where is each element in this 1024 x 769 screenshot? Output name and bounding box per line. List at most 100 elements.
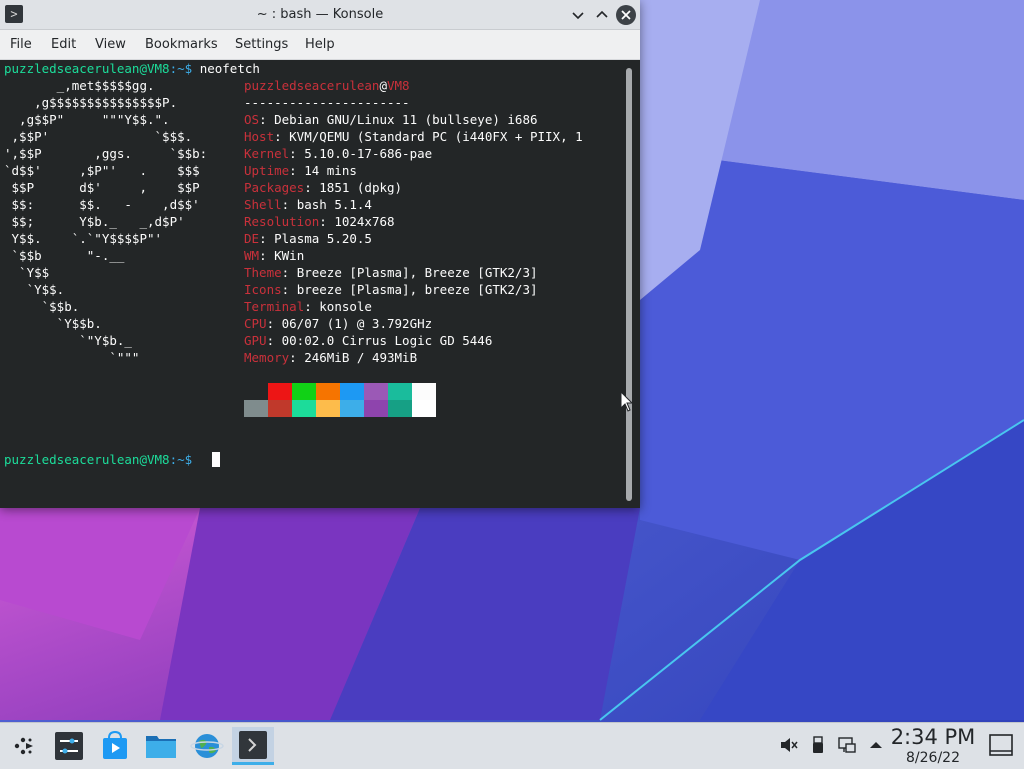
ascii-logo-line: $$P d$' , $$P [4,180,200,195]
ascii-logo-line: `Y$$. [4,282,65,297]
menu-file[interactable]: File [10,30,32,59]
prompt-path-2: :~$ [169,452,200,467]
color-swatch [316,400,340,417]
menu-bookmarks[interactable]: Bookmarks [145,30,218,59]
ascii-logo-line: `Y$$b. [4,316,102,331]
maximize-icon[interactable] [592,5,612,25]
color-swatch [268,383,292,400]
info-row: WM: KWin [244,247,304,264]
info-value: : breeze [Plasma], breeze [GTK2/3] [281,282,538,297]
ascii-logo-line: `Y$$ [4,265,50,280]
info-row: Icons: breeze [Plasma], breeze [GTK2/3] [244,281,538,298]
prompt-line: puzzledseacerulean@VM8:~$ neofetch [4,60,260,77]
info-value: : Plasma 5.20.5 [259,231,372,246]
info-value: : 00:02.0 Cirrus Logic GD 5446 [266,333,493,348]
info-value: : 14 mins [289,163,357,178]
info-row: Shell: bash 5.1.4 [244,196,372,213]
text-cursor [212,452,220,467]
info-row: Kernel: 5.10.0-17-686-pae [244,145,432,162]
info-value: : 06/07 (1) @ 3.792GHz [266,316,433,331]
color-swatch [388,400,412,417]
info-value: : 1851 (dpkg) [304,180,403,195]
application-launcher-icon[interactable] [6,729,40,763]
ascii-logo-line: ',$$P ,ggs. `$$b: [4,146,208,161]
info-value: : Breeze [Plasma], Breeze [GTK2/3] [281,265,538,280]
menu-edit[interactable]: Edit [51,30,76,59]
ascii-logo-line: _,met$$$$$gg. [4,78,155,93]
color-swatch [364,400,388,417]
ascii-logo-line: `""" [4,350,140,365]
info-row: OS: Debian GNU/Linux 11 (bullseye) i686 [244,111,538,128]
info-row: Theme: Breeze [Plasma], Breeze [GTK2/3] [244,264,538,281]
header-at: @ [379,78,387,93]
menu-settings[interactable]: Settings [235,30,288,59]
info-key: Icons [244,282,282,297]
ascii-logo-line: ,g$$$$$$$$$$$$$$$P. [4,95,178,110]
color-swatch [244,383,268,400]
info-key: Uptime [244,163,290,178]
info-key: WM [244,248,260,263]
info-row: Packages: 1851 (dpkg) [244,179,402,196]
info-value: : 5.10.0-17-686-pae [289,146,433,161]
dolphin-folder-icon[interactable] [144,729,178,763]
info-row: Terminal: konsole [244,298,372,315]
info-key: Shell [244,197,282,212]
network-wired-icon[interactable] [837,735,857,755]
menu-view[interactable]: View [95,30,126,59]
prompt-command: neofetch [199,61,260,76]
info-row: Resolution: 1024x768 [244,213,395,230]
show-desktop-icon[interactable] [988,733,1014,757]
info-key: GPU [244,333,267,348]
taskbar-panel: 2:34 PM 8/26/22 [0,722,1024,769]
prompt-path: :~$ [169,61,200,76]
color-swatch [412,383,436,400]
volume-muted-icon[interactable] [778,735,798,755]
info-row: Memory: 246MiB / 493MiB [244,349,417,366]
konsole-task-button[interactable] [232,727,274,765]
info-value: : bash 5.1.4 [281,197,372,212]
system-settings-icon[interactable] [52,729,86,763]
header-host: VM8 [387,78,410,93]
ascii-logo-line: ,$$P' `$$$. [4,129,193,144]
color-swatch [292,383,316,400]
info-value: : Debian GNU/Linux 11 (bullseye) i686 [259,112,538,127]
clock-date[interactable]: 8/26/22 [887,750,979,766]
ascii-logo-line: $$: $$. - ,d$$' [4,197,200,212]
prompt-user: puzzledseacerulean@VM8 [4,61,170,76]
color-swatches [244,383,436,417]
close-icon[interactable] [616,5,636,25]
color-swatch [340,400,364,417]
ascii-logo-line: Y$$. `.`"Y$$$$P"' [4,231,163,246]
clock-time[interactable]: 2:34 PM [887,725,979,749]
color-swatch [244,400,268,417]
info-row: CPU: 06/07 (1) @ 3.792GHz [244,315,432,332]
usb-device-icon[interactable] [808,735,828,755]
info-key: Kernel [244,146,290,161]
info-row: Host: KVM/QEMU (Standard PC (i440FX + PI… [244,128,583,145]
info-key: Memory [244,350,290,365]
terminal-scrollbar[interactable] [626,68,632,501]
menu-help[interactable]: Help [305,30,335,59]
terminal-output[interactable]: puzzledseacerulean@VM8:~$ neofetch _,met… [0,60,624,508]
info-value: : konsole [304,299,372,314]
info-value: : KVM/QEMU (Standard PC (i440FX + PIIX, … [274,129,583,144]
color-swatch [292,400,316,417]
prompt-line-active: puzzledseacerulean@VM8:~$ [4,451,200,468]
info-row: DE: Plasma 5.20.5 [244,230,372,247]
info-key: CPU [244,316,267,331]
tray-expand-arrow-icon[interactable] [866,735,886,755]
konsole-window[interactable]: > ~ : bash — Konsole File Edit View Book… [0,0,640,508]
info-row: Uptime: 14 mins [244,162,357,179]
ascii-logo-line: ,g$$P" """Y$$.". [4,112,170,127]
prompt-user-2: puzzledseacerulean@VM8 [4,452,170,467]
info-value: : KWin [259,248,305,263]
web-browser-globe-icon[interactable] [190,729,224,763]
info-key: Theme [244,265,282,280]
ascii-logo-line: $$; Y$b._ _,d$P' [4,214,185,229]
konsole-terminal-icon [239,731,267,759]
window-titlebar[interactable]: > ~ : bash — Konsole [0,0,640,30]
minimize-icon[interactable] [568,5,588,25]
discover-store-icon[interactable] [98,729,132,763]
info-key: Terminal [244,299,305,314]
mouse-pointer-icon [620,391,634,412]
